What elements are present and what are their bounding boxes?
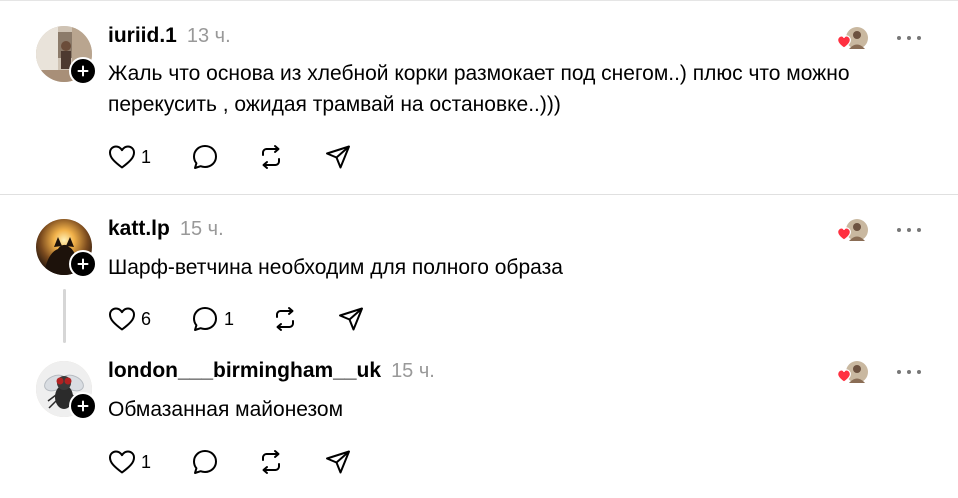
comment-text: Жаль что основа из хлебной корки размока… — [108, 62, 850, 116]
follow-button[interactable] — [69, 57, 97, 85]
more-dot — [907, 370, 911, 374]
comment-header: london___birmingham__uk 15 ч. — [108, 359, 435, 389]
heart-outline-icon — [109, 145, 135, 169]
username[interactable]: iuriid.1 — [108, 24, 177, 48]
speech-bubble-icon — [193, 145, 217, 169]
send-icon — [326, 145, 350, 169]
liked-by-author-icon — [836, 26, 870, 54]
comment-text: Обмазанная майонезом — [108, 398, 344, 421]
timestamp[interactable]: 15 ч. — [180, 218, 224, 241]
like-count: 6 — [141, 308, 152, 329]
repost-button[interactable] — [257, 448, 285, 476]
plus-icon — [77, 258, 89, 270]
more-dots-icon — [897, 228, 901, 232]
comment-text: Шарф-ветчина необходим для полного образ… — [108, 256, 563, 279]
timestamp[interactable]: 15 ч. — [391, 360, 435, 383]
username[interactable]: katt.lp — [108, 217, 170, 241]
reply-button[interactable] — [191, 143, 219, 171]
send-icon — [339, 307, 363, 331]
share-button[interactable] — [324, 448, 352, 476]
repost-icon — [262, 450, 280, 474]
send-icon — [326, 450, 350, 474]
like-button[interactable]: 1 — [108, 143, 151, 171]
share-button[interactable] — [337, 305, 365, 333]
repost-button[interactable] — [257, 143, 285, 171]
timestamp[interactable]: 13 ч. — [187, 25, 231, 48]
more-options-button[interactable] — [897, 225, 921, 235]
more-dot — [917, 36, 921, 40]
plus-icon — [77, 65, 89, 77]
liked-by-author-icon — [836, 218, 870, 246]
more-dot — [917, 370, 921, 374]
reply-button[interactable]: 1 — [191, 305, 234, 333]
more-dot — [917, 228, 921, 232]
more-dot — [907, 36, 911, 40]
like-button[interactable]: 1 — [108, 448, 151, 476]
follow-button[interactable] — [69, 392, 97, 420]
comment-divider — [0, 194, 958, 195]
comment-header: iuriid.1 13 ч. — [108, 24, 231, 54]
speech-bubble-icon — [193, 450, 217, 474]
heart-outline-icon — [109, 450, 135, 474]
more-options-button[interactable] — [897, 33, 921, 43]
plus-icon — [77, 400, 89, 412]
follow-button[interactable] — [69, 250, 97, 278]
like-count: 1 — [141, 451, 152, 472]
more-dots-icon — [897, 36, 901, 40]
like-count: 1 — [141, 146, 152, 167]
repost-button[interactable] — [271, 305, 299, 333]
share-button[interactable] — [324, 143, 352, 171]
top-divider — [0, 0, 958, 1]
more-dot — [907, 228, 911, 232]
more-dots-icon — [897, 370, 901, 374]
username[interactable]: london___birmingham__uk — [108, 359, 381, 383]
heart-outline-icon — [109, 307, 135, 331]
liked-by-author-icon — [836, 360, 870, 388]
reply-count: 1 — [224, 308, 235, 329]
thread-connector — [63, 289, 66, 343]
like-button[interactable]: 6 — [108, 305, 151, 333]
comment-header: katt.lp 15 ч. — [108, 217, 224, 247]
repost-icon — [276, 307, 294, 331]
reply-button[interactable] — [191, 448, 219, 476]
speech-bubble-icon — [193, 307, 217, 331]
more-options-button[interactable] — [897, 367, 921, 377]
repost-icon — [262, 145, 280, 169]
